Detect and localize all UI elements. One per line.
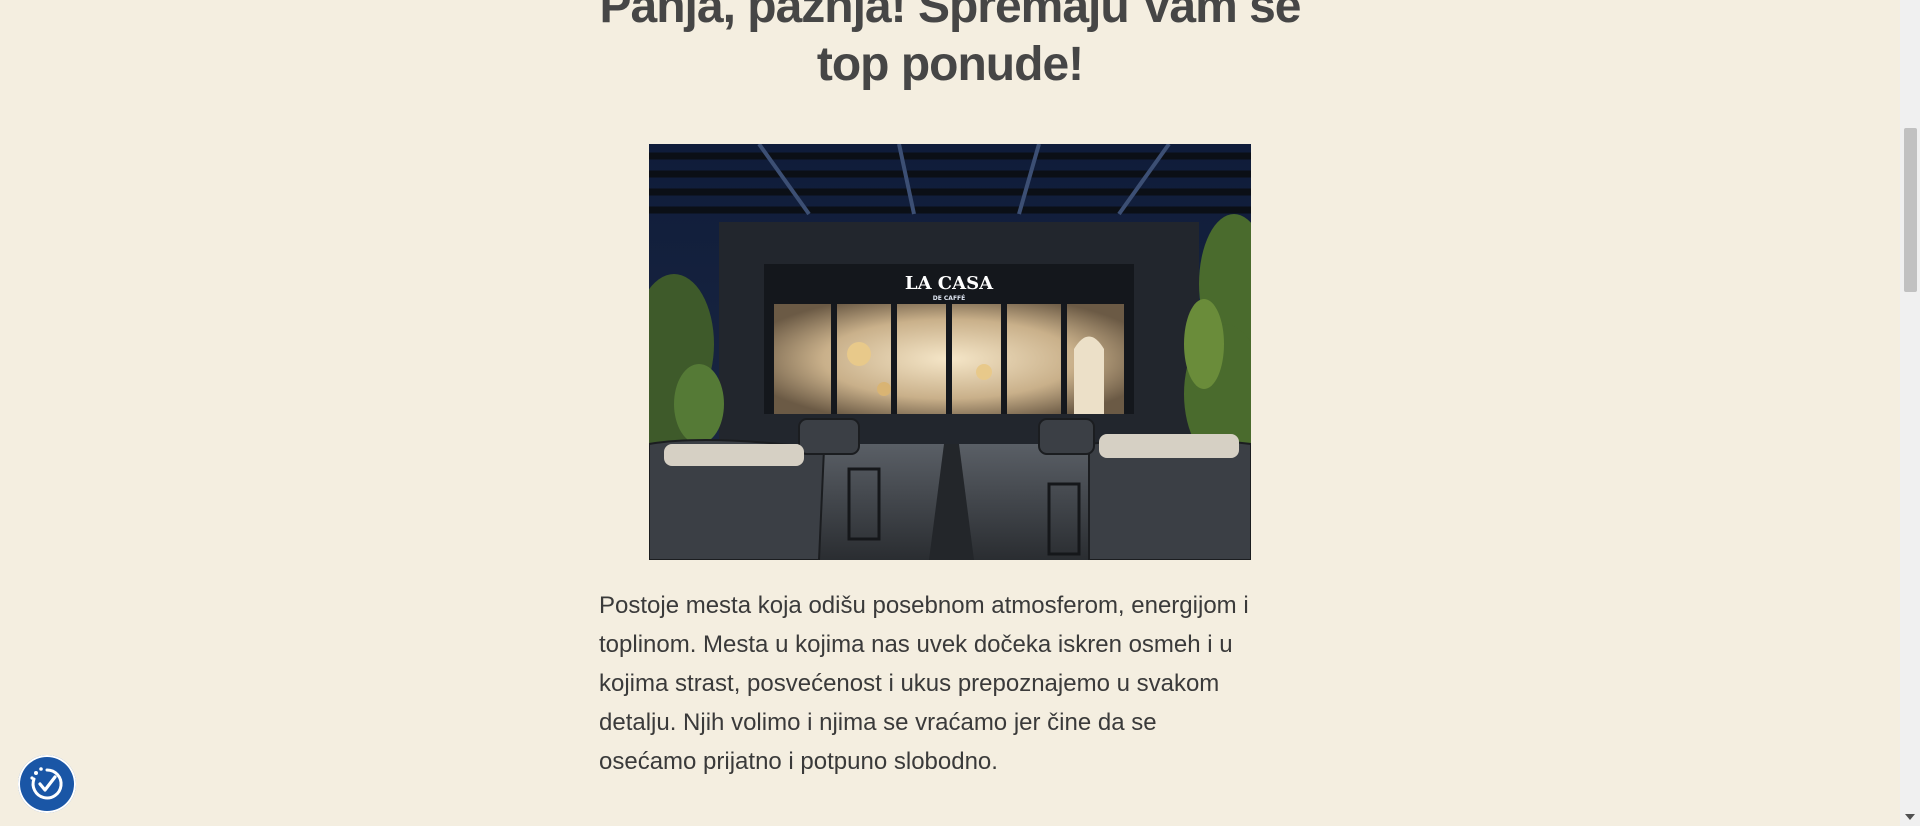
sign-subtext: DE CAFFÉ — [933, 294, 966, 302]
scroll-down-arrow-icon[interactable] — [1905, 814, 1915, 820]
article-headline: Panja, pažnja! Spremaju Vam se top ponud… — [599, 0, 1302, 91]
scrollbar-thumb[interactable] — [1904, 128, 1917, 292]
article-content: Panja, pažnja! Spremaju Vam se top ponud… — [0, 0, 1900, 826]
vertical-scrollbar[interactable] — [1900, 0, 1920, 826]
sign-text: LA CASA — [905, 273, 994, 294]
accessibility-check-icon — [30, 767, 63, 800]
cafe-photo: LA CASA DE CAFFÉ — [649, 144, 1251, 560]
page: Panja, pažnja! Spremaju Vam se top ponud… — [0, 0, 1920, 826]
article-paragraph: Postoje mesta koja odišu posebnom atmosf… — [599, 592, 1249, 775]
accessibility-button[interactable] — [18, 755, 76, 813]
